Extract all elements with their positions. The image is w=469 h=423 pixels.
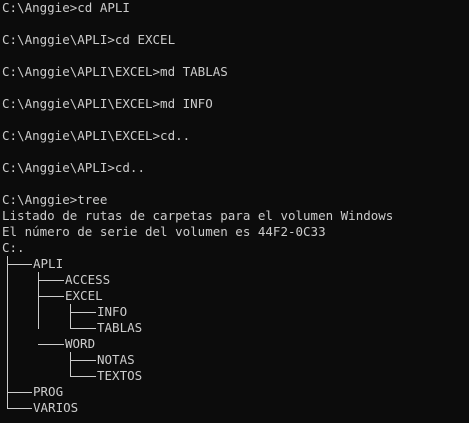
tree-connector	[70, 360, 96, 361]
console-line: C:.	[2, 240, 25, 255]
console-line: C:\Anggie>cd APLI	[2, 0, 130, 15]
console-line: Listado de rutas de carpetas para el vol…	[2, 208, 394, 223]
console-line: C:\Anggie\APLI>cd..	[2, 160, 145, 175]
tree-node-varios: VARIOS	[33, 400, 79, 415]
tree-connector	[7, 408, 32, 409]
tree-node-apli: APLI	[33, 256, 64, 271]
console-line: C:\Anggie\APLI\EXCEL>md INFO	[2, 96, 213, 111]
console-line: C:\Anggie\APLI>cd EXCEL	[2, 32, 176, 47]
tree-node-prog: PROG	[33, 384, 64, 399]
console-line: C:\Anggie\APLI\EXCEL>md TABLAS	[2, 64, 228, 79]
tree-node-tablas: TABLAS	[97, 320, 143, 335]
tree-connector	[7, 256, 8, 409]
tree-connector	[38, 280, 64, 281]
tree-connector	[70, 376, 96, 377]
tree-node-notas: NOTAS	[97, 352, 135, 367]
tree-node-word: WORD	[65, 336, 96, 351]
console-line: El número de serie del volumen es 44F2-0…	[2, 224, 326, 239]
tree-connector	[70, 328, 96, 329]
tree-connector	[70, 352, 71, 377]
tree-connector	[70, 312, 96, 313]
tree-node-info: INFO	[97, 304, 128, 319]
tree-node-access: ACCESS	[65, 272, 111, 287]
console-line: C:\Anggie>tree	[2, 192, 108, 207]
tree-connector	[7, 264, 32, 265]
directory-tree: APLI ACCESS EXCEL INFO TABLAS WORD NOTAS…	[2, 256, 469, 416]
tree-node-textos: TEXTOS	[97, 368, 143, 383]
tree-connector	[7, 392, 32, 393]
tree-connector	[38, 296, 64, 297]
tree-connector	[38, 344, 64, 345]
tree-connector	[70, 304, 71, 329]
tree-node-excel: EXCEL	[65, 288, 103, 303]
console-line: C:\Anggie\APLI\EXCEL>cd..	[2, 128, 191, 143]
console-window[interactable]: C:\Anggie>cd APLI C:\Anggie\APLI>cd EXCE…	[0, 0, 469, 423]
